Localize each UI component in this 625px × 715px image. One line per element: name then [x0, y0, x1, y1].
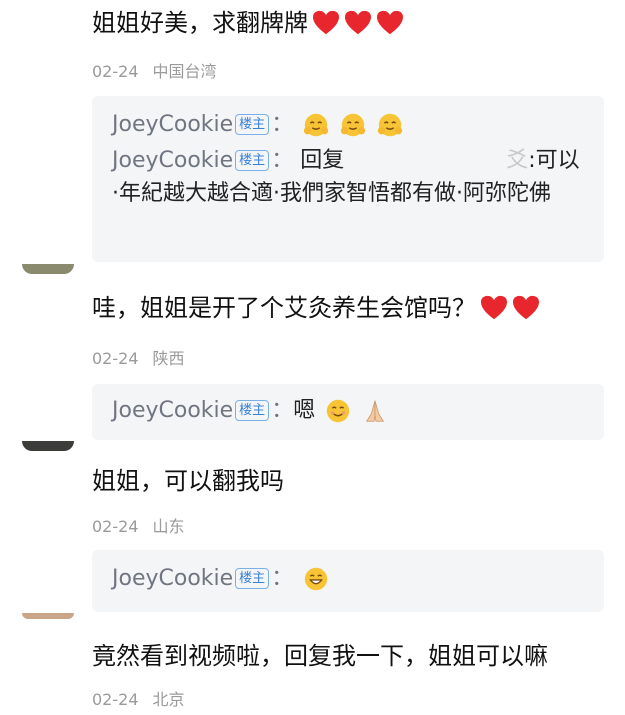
comment-text: 竟然看到视频啦，回复我一下，姐姐可以嘛 — [92, 641, 548, 671]
reply-item[interactable]: JoeyCookie 楼主 ：嗯 — [112, 394, 586, 427]
reply-colon: ： — [271, 112, 294, 137]
op-badge: 楼主 — [235, 114, 270, 135]
reply-author[interactable]: JoeyCookie — [112, 398, 233, 423]
avatar[interactable] — [22, 441, 74, 451]
reply-item[interactable]: JoeyCookie 楼主： — [112, 562, 586, 595]
hug-face-icon — [378, 113, 403, 137]
praying-hands-icon — [366, 400, 385, 422]
comment-meta: 02-24 山东 — [92, 517, 185, 537]
heart-icon — [377, 10, 403, 35]
comment-meta: 02-24 北京 — [92, 690, 185, 710]
reply-colon: ： — [271, 148, 294, 173]
op-badge: 楼主 — [235, 568, 270, 589]
reply-author[interactable]: JoeyCookie — [112, 112, 233, 137]
heart-icon — [313, 10, 339, 35]
reply-body: 嗯 — [293, 398, 316, 423]
reply-box: JoeyCookie 楼主： JoeyCookie 楼主： 回复 爻:可以·年紀越大越… — [92, 96, 604, 262]
comment-body: 竟然看到视频啦，回复我一下，姐姐可以嘛 — [92, 642, 548, 670]
masked-username — [344, 149, 506, 173]
heart-icon — [513, 295, 539, 320]
comment-date: 02-24 — [92, 62, 139, 81]
reply-item[interactable]: JoeyCookie 楼主： — [112, 108, 586, 141]
reply-box: JoeyCookie 楼主 ：嗯 — [92, 384, 604, 440]
comment-location: 陕西 — [152, 349, 185, 368]
hug-face-icon — [341, 113, 366, 137]
comment-text: 姐姐，可以翻我吗 — [92, 466, 284, 496]
op-badge: 楼主 — [235, 400, 270, 421]
reply-item[interactable]: JoeyCookie 楼主： 回复 爻:可以·年紀越大越合適·我們家智悟都有做·阿弥… — [112, 144, 586, 210]
comment-text: 哇，姐姐是开了个艾灸养生会馆吗？ — [92, 293, 540, 323]
comment-body: 姐姐，可以翻我吗 — [92, 467, 284, 495]
reply-author[interactable]: JoeyCookie — [112, 566, 233, 591]
reply-colon: ： — [271, 566, 294, 591]
comment-body: 姐姐好美，求翻牌牌 — [92, 9, 308, 37]
reply-prefix: 回复 — [300, 148, 345, 173]
heart-icon — [345, 10, 371, 35]
heart-icon — [481, 295, 507, 320]
reply-colon: ： — [271, 398, 294, 423]
comment-location: 中国台湾 — [152, 62, 217, 81]
reply-author[interactable]: JoeyCookie — [112, 148, 233, 173]
avatar[interactable] — [22, 613, 74, 619]
smile-face-icon — [327, 399, 350, 423]
comment-date: 02-24 — [92, 349, 139, 368]
comment-location: 北京 — [152, 690, 185, 709]
comment-date: 02-24 — [92, 517, 139, 536]
comment-location: 山东 — [152, 517, 185, 536]
comment-meta: 02-24 中国台湾 — [92, 62, 217, 82]
comment-meta: 02-24 陕西 — [92, 349, 185, 369]
reply-box: JoeyCookie 楼主： — [92, 550, 604, 612]
comment-date: 02-24 — [92, 690, 139, 709]
avatar[interactable] — [22, 264, 74, 274]
grin-face-icon — [305, 567, 328, 591]
hug-face-icon — [304, 113, 329, 137]
masked-tail: 爻 — [506, 148, 529, 173]
comment-text: 姐姐好美，求翻牌牌 — [92, 8, 404, 38]
comment-body: 哇，姐姐是开了个艾灸养生会馆吗？ — [92, 294, 476, 322]
op-badge: 楼主 — [235, 150, 270, 171]
